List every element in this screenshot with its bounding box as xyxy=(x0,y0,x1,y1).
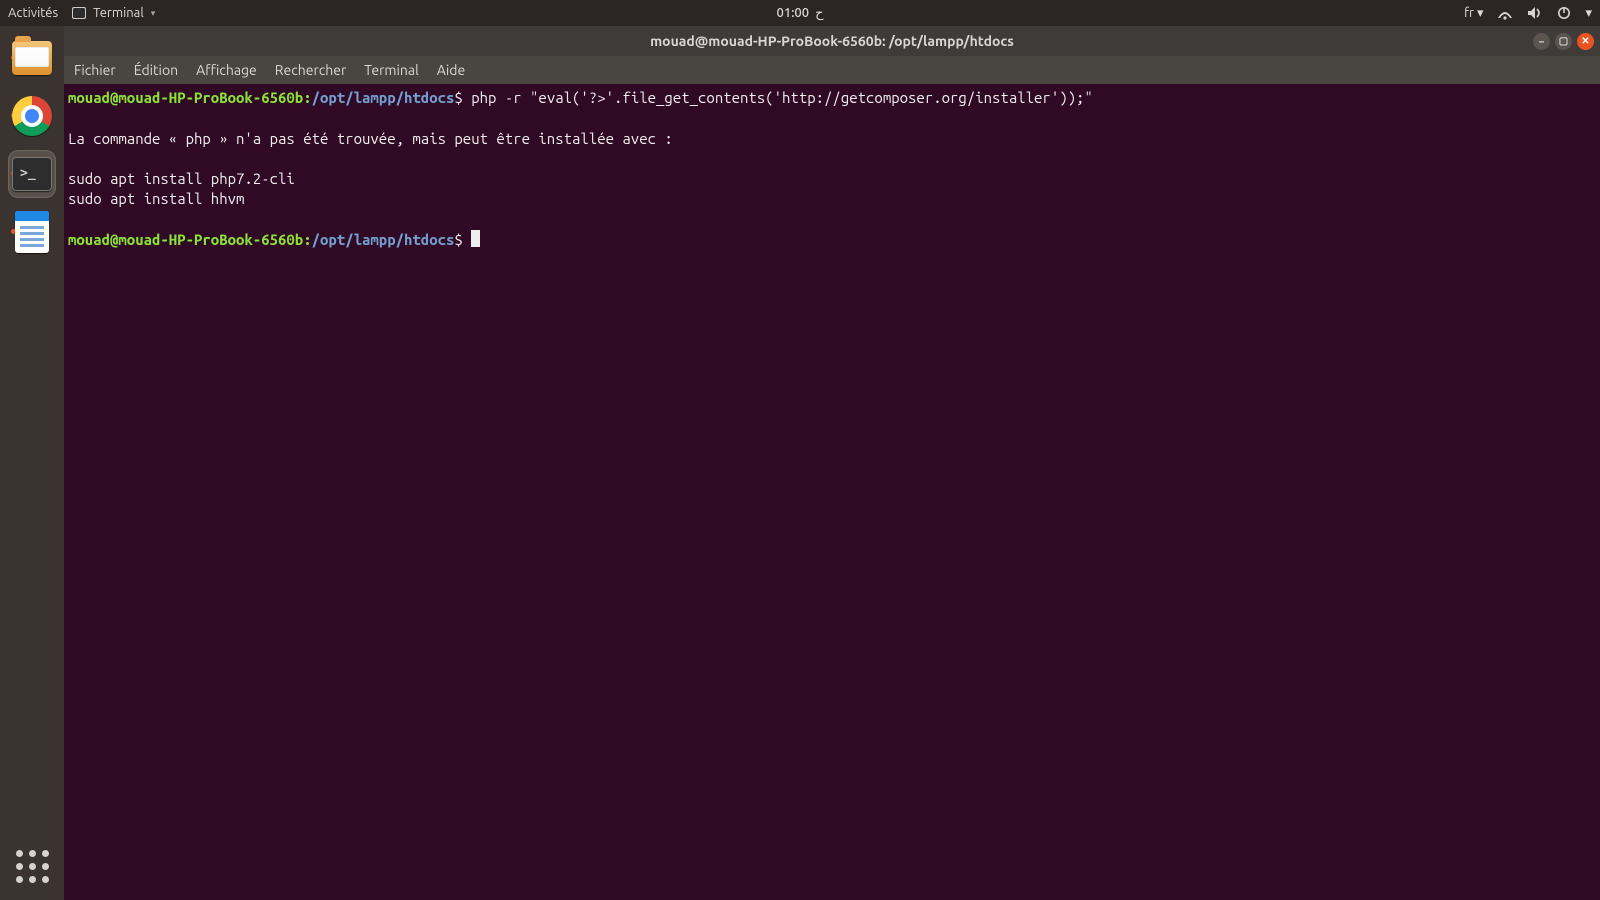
prompt-userhost: mouad@mouad-HP-ProBook-6560b xyxy=(68,89,303,106)
window-titlebar[interactable]: mouad@mouad-HP-ProBook-6560b: /opt/lampp… xyxy=(64,26,1600,56)
chevron-down-icon: ▾ xyxy=(1477,6,1484,20)
terminal-body[interactable]: mouad@mouad-HP-ProBook-6560b:/opt/lampp/… xyxy=(64,84,1600,900)
window-maximize-button[interactable]: ▢ xyxy=(1555,33,1572,50)
show-applications-button[interactable] xyxy=(12,846,52,886)
menu-terminal[interactable]: Terminal xyxy=(364,62,419,78)
dock-terminal[interactable] xyxy=(8,150,56,198)
writer-icon xyxy=(15,211,49,253)
menu-affichage[interactable]: Affichage xyxy=(196,62,257,78)
dock-chrome[interactable] xyxy=(8,92,56,140)
gnome-topbar: Activités Terminal ▾ 01:00 ح fr ▾ ▾ xyxy=(0,0,1600,26)
input-language[interactable]: fr ▾ xyxy=(1464,6,1483,21)
prompt-path: /opt/lampp/htdocs xyxy=(312,89,455,106)
command-line-1: php -r "eval('?>'.file_get_contents('htt… xyxy=(463,89,1093,106)
prompt-dollar: $ xyxy=(454,89,462,106)
dock xyxy=(0,26,64,900)
dock-files[interactable] xyxy=(8,34,56,82)
window-close-button[interactable]: ✕ xyxy=(1577,33,1594,50)
power-icon[interactable] xyxy=(1557,6,1571,20)
menu-fichier[interactable]: Fichier xyxy=(74,62,116,78)
volume-icon[interactable] xyxy=(1527,6,1543,20)
input-language-label: fr xyxy=(1464,6,1474,20)
chevron-down-icon: ▾ xyxy=(151,8,156,19)
window-title: mouad@mouad-HP-ProBook-6560b: /opt/lampp… xyxy=(650,33,1014,49)
terminal-cursor xyxy=(471,230,480,247)
menu-rechercher[interactable]: Rechercher xyxy=(275,62,346,78)
dock-writer[interactable] xyxy=(8,208,56,256)
menu-aide[interactable]: Aide xyxy=(437,62,465,78)
terminal-app-icon xyxy=(72,7,86,19)
terminal-output-2: sudo apt install php7.2-cli xyxy=(68,170,295,187)
prompt-path: /opt/lampp/htdocs xyxy=(312,231,455,248)
chrome-icon xyxy=(12,96,52,136)
clock-time: 01:00 xyxy=(777,6,810,20)
prompt-sep: : xyxy=(303,231,311,248)
window-minimize-button[interactable]: – xyxy=(1533,33,1550,50)
menubar: Fichier Édition Affichage Rechercher Ter… xyxy=(64,56,1600,84)
files-icon xyxy=(12,41,52,75)
system-menu-chevron-icon[interactable]: ▾ xyxy=(1585,6,1592,21)
activities-button[interactable]: Activités xyxy=(8,6,58,20)
terminal-output-1: La commande « php » n'a pas été trouvée,… xyxy=(68,130,673,147)
app-menu[interactable]: Terminal ▾ xyxy=(72,6,155,20)
prompt-userhost: mouad@mouad-HP-ProBook-6560b xyxy=(68,231,303,248)
menu-edition[interactable]: Édition xyxy=(134,62,178,78)
prompt-sep: : xyxy=(303,89,311,106)
network-icon[interactable] xyxy=(1497,6,1513,20)
prompt-dollar: $ xyxy=(454,231,462,248)
terminal-icon xyxy=(12,157,52,191)
terminal-output-3: sudo apt install hhvm xyxy=(68,190,244,207)
clock-extra: ح xyxy=(815,5,823,21)
terminal-window: mouad@mouad-HP-ProBook-6560b: /opt/lampp… xyxy=(64,26,1600,900)
app-menu-label: Terminal xyxy=(93,6,144,20)
clock[interactable]: 01:00 ح xyxy=(777,5,824,21)
